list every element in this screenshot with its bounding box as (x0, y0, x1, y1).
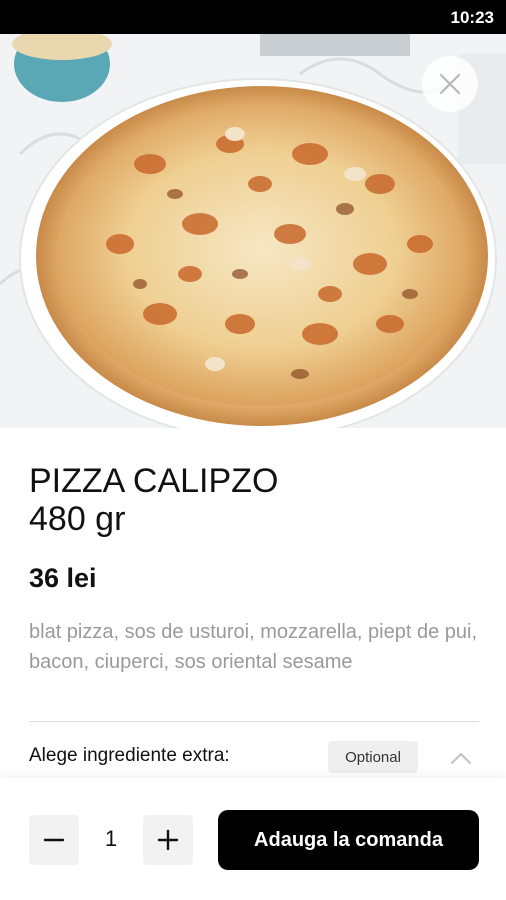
product-name: PIZZA CALIPZO (29, 462, 279, 500)
increase-quantity-button[interactable] (143, 815, 193, 865)
extras-label: Alege ingrediente extra: (29, 745, 230, 766)
product-description: blat pizza, sos de usturoi, mozzarella, … (29, 621, 478, 673)
close-button[interactable] (422, 56, 478, 112)
product-title: PIZZA CALIPZO 480 gr (29, 462, 489, 538)
product-weight: 480 gr (29, 500, 126, 538)
product-price: 36 lei (29, 563, 97, 593)
chevron-up-icon (450, 752, 472, 765)
quantity-value: 1 (104, 826, 118, 851)
status-time: 10:23 (450, 8, 494, 27)
close-icon (439, 73, 461, 95)
minus-icon (43, 838, 65, 842)
plus-icon (157, 829, 179, 851)
extras-toggle-button[interactable] (448, 748, 474, 770)
status-bar: 10:23 (0, 0, 506, 34)
divider (29, 721, 479, 722)
add-to-order-button[interactable]: Adauga la comanda (218, 810, 479, 870)
optional-badge: Optional (328, 741, 418, 773)
decrease-quantity-button[interactable] (29, 815, 79, 865)
